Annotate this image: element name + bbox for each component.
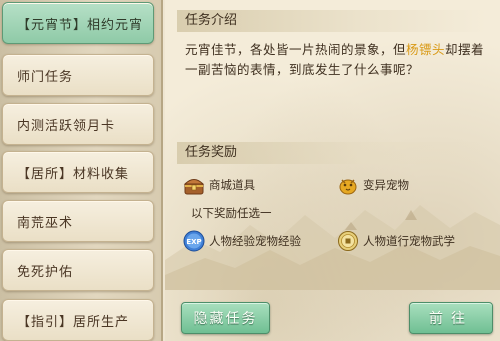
reward-label: 人物道行宠物武学 <box>363 234 455 248</box>
reward-daoxing[interactable]: 人物道行宠物武学 <box>337 228 455 254</box>
quest-detail-panel: 任务介绍 元宵佳节，各处皆一片热闹的景象，但杨镖头却摆着一副苦恼的表情，到底发生… <box>165 0 500 341</box>
quest-item-label: 【元宵节】相约元宵 <box>17 17 144 33</box>
coin-icon <box>338 231 358 251</box>
reward-mutant-pet[interactable]: 变异宠物 <box>337 172 409 198</box>
intro-heading: 任务介绍 <box>177 10 487 32</box>
golden-pet-icon <box>339 179 357 195</box>
quest-item-lantern-festival[interactable]: 【元宵节】相约元宵 <box>2 2 154 44</box>
quest-list: 【元宵节】相约元宵 师门任务 内测活跃领月卡 【居所】材料收集 南荒巫术 免死护… <box>0 0 163 341</box>
npc-name-highlight[interactable]: 杨镖头 <box>406 42 445 57</box>
quest-item-monthly-card[interactable]: 内测活跃领月卡 <box>2 103 154 145</box>
choose-one-label: 以下奖励任选一 <box>191 206 272 220</box>
rewards-heading: 任务奖励 <box>177 142 487 164</box>
quest-item-residence-production[interactable]: 【指引】居所生产 <box>2 299 154 341</box>
reward-exp[interactable]: EXP 人物经验宠物经验 <box>183 228 301 254</box>
quest-item-southern-witchcraft[interactable]: 南荒巫术 <box>2 200 154 242</box>
quest-item-label: 【指引】居所生产 <box>17 314 130 330</box>
quest-description: 元宵佳节，各处皆一片热闹的景象，但杨镖头却摆着一副苦恼的表情，到底发生了什么事呢… <box>185 40 487 80</box>
reward-mall-item[interactable]: 商城道具 <box>183 172 255 198</box>
reward-label: 商城道具 <box>209 178 255 192</box>
quest-item-death-protection[interactable]: 免死护佑 <box>2 249 154 291</box>
reward-label: 变异宠物 <box>363 178 409 192</box>
exp-icon: EXP <box>183 230 205 252</box>
quest-item-label: 【居所】材料收集 <box>17 166 130 182</box>
quest-item-label: 内测活跃领月卡 <box>17 118 116 134</box>
quest-item-label: 师门任务 <box>17 69 74 85</box>
treasure-chest-icon <box>183 179 205 195</box>
go-button[interactable]: 前往 <box>409 302 493 334</box>
quest-item-label: 免死护佑 <box>17 264 74 280</box>
quest-item-label: 南荒巫术 <box>17 215 74 231</box>
svg-text:EXP: EXP <box>186 238 201 246</box>
description-text-start: 元宵佳节，各处皆一片热闹的景象，但 <box>185 42 407 57</box>
reward-label: 人物经验宠物经验 <box>209 234 301 248</box>
quest-item-sect-task[interactable]: 师门任务 <box>2 54 154 96</box>
quest-item-material-collect[interactable]: 【居所】材料收集 <box>2 151 154 193</box>
hide-quest-button[interactable]: 隐藏任务 <box>181 302 270 334</box>
